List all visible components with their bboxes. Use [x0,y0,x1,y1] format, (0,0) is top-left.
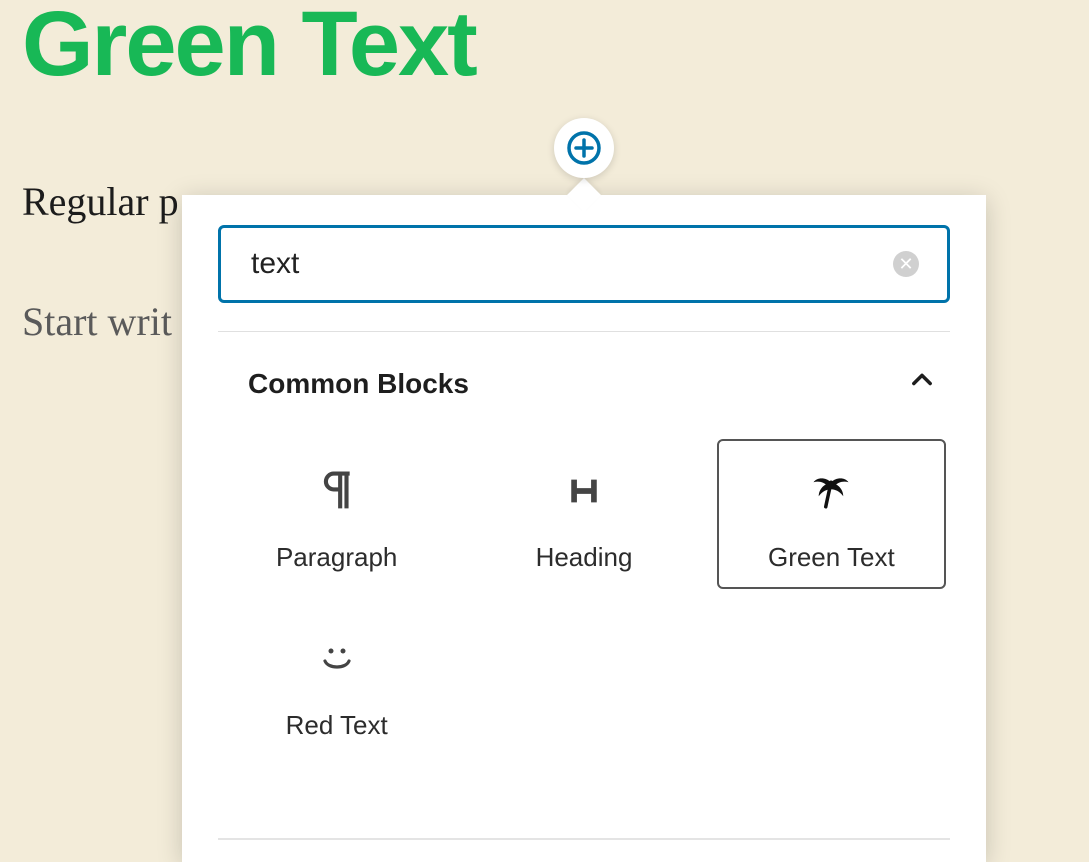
block-label: Green Text [768,542,895,573]
plus-circle-icon [566,130,602,166]
close-icon: ✕ [898,255,913,273]
block-item-heading[interactable]: Heading [469,439,698,589]
palm-icon [810,462,852,520]
block-search-field[interactable]: ✕ [218,225,950,303]
pilcrow-icon [318,462,356,520]
divider [218,838,950,840]
blocks-grid: Paragraph Heading Green Text [218,419,950,757]
heading-icon [567,462,601,520]
editor-paragraph-1[interactable]: Regular p [22,178,179,225]
section-title: Common Blocks [248,368,469,400]
block-item-paragraph[interactable]: Paragraph [222,439,451,589]
clear-search-button[interactable]: ✕ [893,251,919,277]
block-label: Red Text [286,710,388,741]
smile-icon [317,630,357,688]
block-label: Heading [536,542,633,573]
add-block-button[interactable] [554,118,614,178]
block-search-input[interactable] [249,246,893,282]
section-header-common-blocks[interactable]: Common Blocks [218,332,950,419]
page-title: Green Text [22,0,476,97]
chevron-up-icon [908,366,936,401]
editor-paragraph-placeholder[interactable]: Start writ [22,298,172,345]
block-item-red-text[interactable]: Red Text [222,607,451,757]
block-label: Paragraph [276,542,397,573]
block-item-green-text[interactable]: Green Text [717,439,946,589]
block-inserter-popover: ✕ Common Blocks Paragraph Heading [182,195,986,862]
